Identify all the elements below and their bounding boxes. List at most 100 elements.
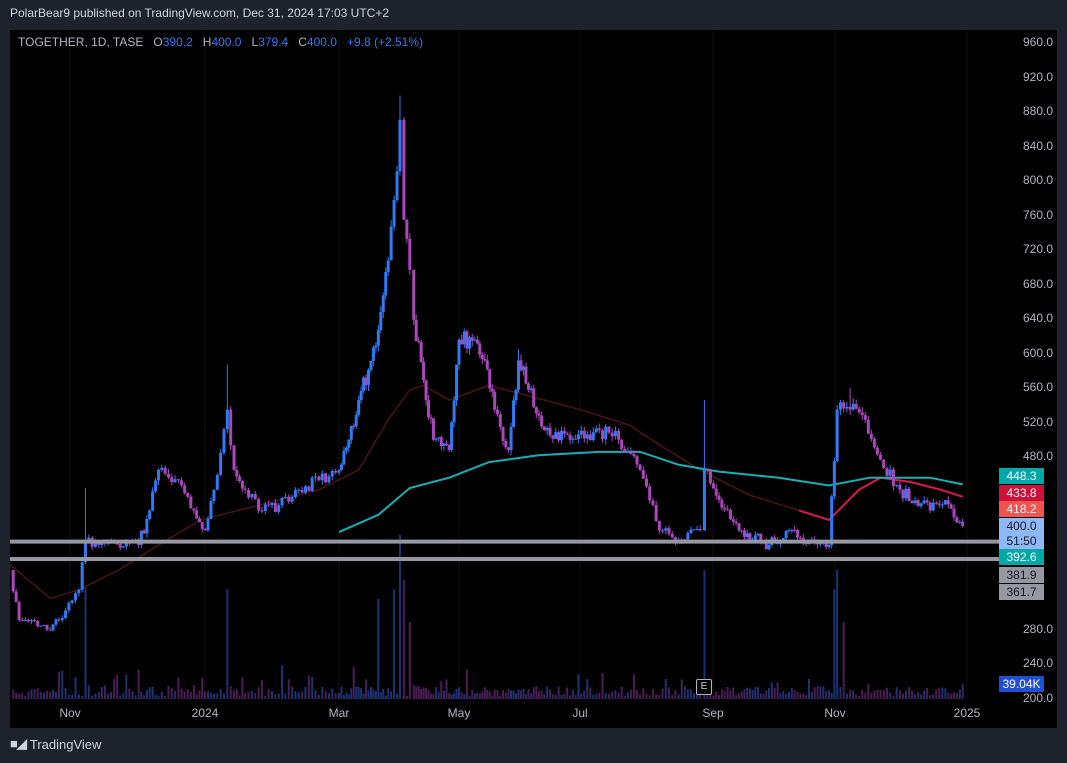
candle-body (645, 478, 648, 487)
volume-bar (923, 690, 926, 699)
volume-bar (895, 687, 898, 699)
volume-bar (808, 678, 810, 699)
volume-bar (219, 689, 222, 699)
volume-bar (911, 690, 914, 699)
volume-bar (174, 691, 177, 699)
candle-body (414, 319, 418, 342)
volume-bar (460, 692, 463, 699)
candle-body (617, 430, 621, 440)
volume-bar (549, 689, 552, 699)
volume-bar (782, 690, 785, 699)
volume-bar (629, 689, 632, 699)
candle-body (457, 339, 461, 365)
candle-body (740, 530, 744, 532)
candle-body (937, 503, 941, 505)
candle-body (36, 620, 40, 627)
candle-body (728, 509, 732, 520)
candle-body (427, 400, 431, 418)
candle-body (11, 569, 15, 592)
candle-body (183, 485, 187, 493)
volume-bar (510, 690, 513, 699)
volume-bar (740, 691, 743, 699)
candle-body (26, 619, 30, 622)
tradingview-logo[interactable]: ■◢ TradingView (10, 736, 101, 752)
volume-bar (898, 690, 901, 699)
volume-bar (779, 692, 782, 699)
candle-body (70, 600, 74, 603)
volume-bar (151, 686, 154, 699)
price-tag: 392.6 (999, 549, 1044, 565)
candle-body (562, 430, 566, 434)
moving-average-mid-line (9, 384, 830, 600)
candle-body (955, 517, 959, 523)
price-tag: 433.8 (999, 485, 1044, 501)
candle-body (270, 502, 274, 506)
price-scale-label: 880.0 (1022, 104, 1053, 118)
candle-body (77, 589, 81, 594)
volume-bar (864, 693, 867, 699)
volume-bar (167, 685, 170, 699)
volume-bar (94, 693, 97, 699)
close-label: C (298, 35, 307, 49)
volume-bar (577, 674, 580, 699)
volume-bar (729, 690, 732, 699)
price-scale-label: 480.0 (1022, 449, 1053, 463)
candle-body (638, 464, 642, 470)
candle-body (87, 537, 91, 540)
candle-body (412, 269, 416, 320)
volume-bar (762, 694, 765, 699)
candle-body (290, 497, 294, 502)
candle-body (371, 347, 375, 361)
volume-bar (201, 677, 204, 699)
volume-bar (735, 695, 738, 699)
volume-bar (238, 695, 241, 699)
volume-bar (790, 688, 793, 699)
candle-body (796, 529, 800, 538)
candle-body (478, 343, 482, 355)
candle-body (480, 354, 484, 360)
candle-body (875, 447, 879, 455)
price-chart[interactable] (0, 0, 1067, 763)
candle-body (495, 409, 499, 415)
volume-bar (683, 686, 686, 699)
candle-body (367, 369, 371, 386)
volume-bar (352, 667, 355, 699)
candle-body (720, 500, 724, 508)
candle-body (307, 486, 311, 491)
candle-body (891, 469, 895, 487)
candle-body (222, 429, 226, 454)
volume-bar (546, 686, 549, 699)
volume-bar (491, 695, 494, 699)
volume-bar (345, 692, 348, 699)
volume-bar (842, 622, 845, 699)
volume-bar (623, 695, 626, 699)
volume-bar (655, 694, 658, 699)
candle-body (392, 199, 396, 227)
volume-bar (876, 689, 879, 699)
candle-body (263, 504, 267, 512)
time-axis-label: Sep (702, 706, 724, 720)
candle-body (559, 430, 563, 441)
candle-body (173, 479, 177, 483)
candle-body (551, 435, 555, 439)
candle-body (882, 459, 886, 468)
volume-bar (241, 677, 244, 699)
candle-body (402, 119, 406, 220)
candle-body (160, 467, 164, 470)
earnings-marker[interactable]: E (696, 679, 712, 695)
candle-body (648, 486, 652, 501)
symbol-info[interactable]: TOGETHER, 1D, TASE (18, 35, 143, 49)
volume-bar (177, 677, 180, 699)
candle-body (419, 341, 423, 362)
volume-bar (145, 689, 148, 699)
volume-bar (904, 690, 907, 699)
volume-bar (738, 693, 740, 699)
volume-bar (357, 687, 360, 699)
volume-bar (30, 689, 33, 699)
volume-bar (317, 694, 320, 699)
candle-body (667, 528, 671, 534)
candle-body (229, 409, 233, 446)
volume-bar (260, 679, 263, 699)
candle-body (594, 428, 598, 433)
volume-bar (822, 686, 825, 699)
